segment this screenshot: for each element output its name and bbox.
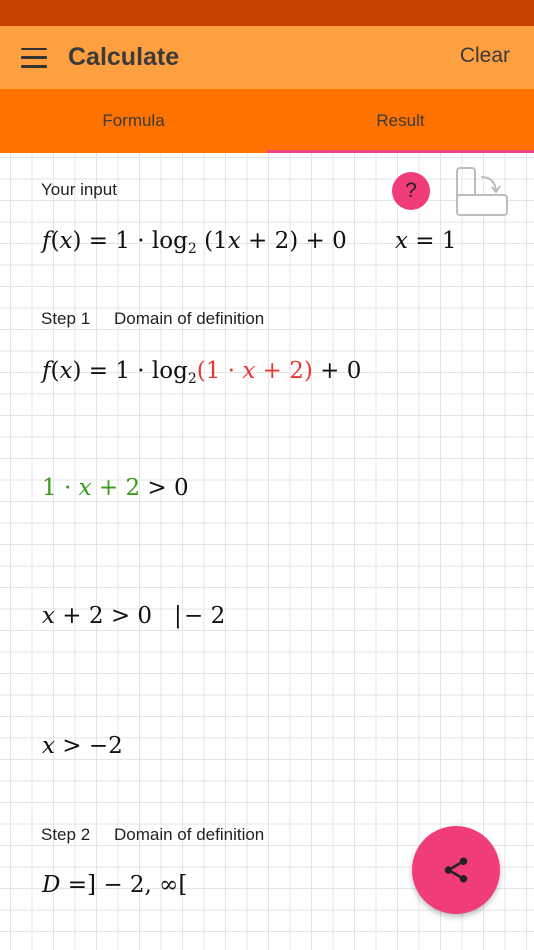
tab-formula[interactable]: Formula [0,89,267,153]
clear-button[interactable]: Clear [460,44,510,68]
rotate-screen-icon[interactable] [452,165,512,219]
step-1-title: Domain of definition [114,309,265,328]
menu-icon[interactable] [21,47,47,68]
step-2-domain: D =] − 2, ∞[ [42,872,188,898]
step-2-number: Step 2 [41,825,91,844]
step-2-title: Domain of definition [114,825,265,844]
tab-result[interactable]: Result [267,89,534,153]
app-title: Calculate [68,43,180,71]
input-x-value: x = 1 [395,228,457,254]
help-icon: ? [405,179,417,202]
step-1-number: Step 1 [41,309,91,328]
step-1-simplified: x + 2 > 0 | − 2 [42,603,226,629]
status-bar [0,0,534,26]
step-1-formula: f(x) = 1 · log2(1 · x + 2) + 0 [42,358,362,387]
input-formula: f(x) = 1 · log2 (1x + 2) + 0 [42,228,347,257]
your-input-label: Your input [41,180,117,199]
app-bar: Calculate Clear [0,26,534,89]
share-icon [444,857,468,883]
share-button[interactable] [412,826,500,914]
help-button[interactable]: ? [392,172,430,210]
step-1-inequality: 1 · x + 2 > 0 [42,475,189,501]
tab-bar: Formula Result [0,89,534,153]
step-1-result: x > −2 [42,733,123,759]
